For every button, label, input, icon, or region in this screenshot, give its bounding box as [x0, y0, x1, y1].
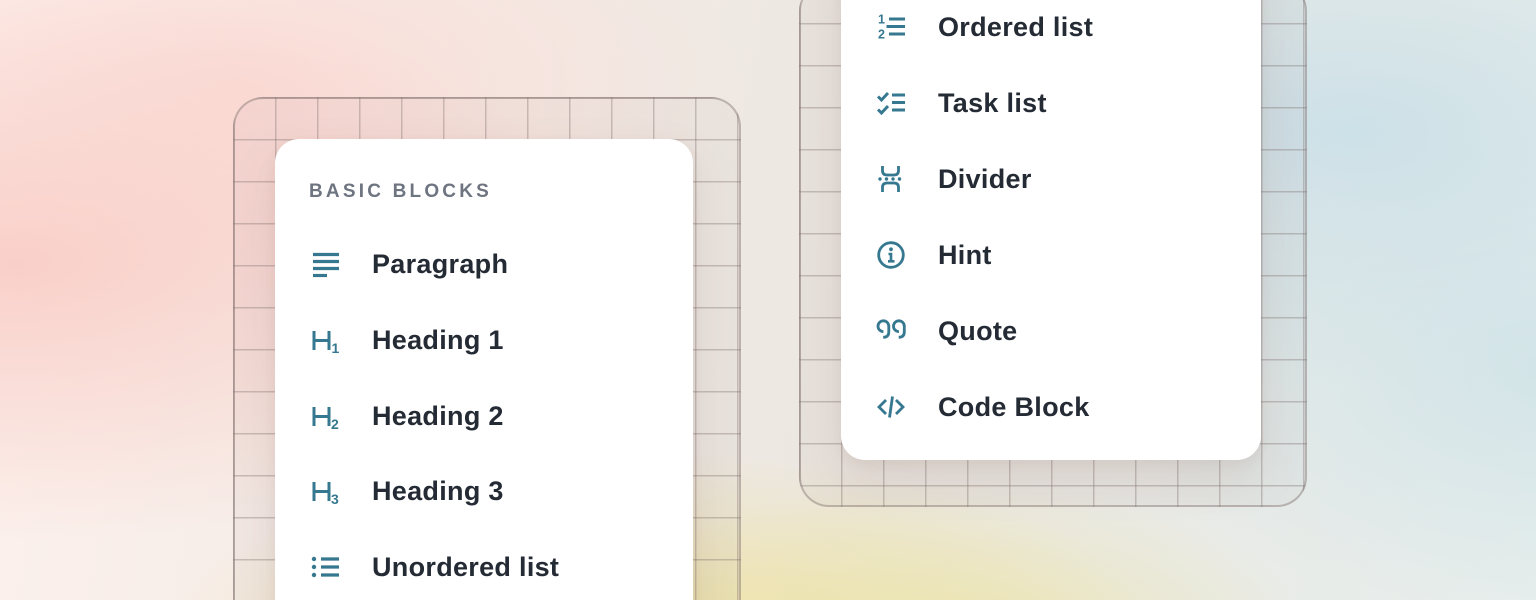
ordered-list-icon: 1 2 [875, 11, 907, 43]
svg-text:1: 1 [332, 340, 340, 356]
hint-icon [875, 239, 907, 271]
svg-text:1: 1 [878, 13, 885, 27]
menu-item-paragraph[interactable]: Paragraph [309, 248, 683, 280]
menu-item-ordered-list[interactable]: 1 2 Ordered list [875, 11, 1251, 43]
menu-item-label: Divider [938, 164, 1032, 195]
svg-text:3: 3 [331, 491, 339, 507]
menu-item-quote[interactable]: Quote [875, 315, 1251, 347]
svg-text:2: 2 [331, 416, 339, 432]
menu-item-label: Heading 3 [372, 476, 504, 507]
menu-item-label: Quote [938, 316, 1018, 347]
menu-item-label: Paragraph [372, 249, 508, 280]
divider-icon [875, 163, 907, 195]
heading-1-icon: 1 [309, 324, 341, 356]
paragraph-icon [309, 248, 341, 280]
menu-item-divider[interactable]: Divider [875, 163, 1251, 195]
menu-item-heading-2[interactable]: 2 Heading 2 [309, 400, 683, 432]
basic-blocks-menu: BASIC BLOCKS Paragraph [275, 139, 693, 600]
menu-item-label: Code Block [938, 392, 1090, 423]
svg-text:2: 2 [878, 28, 885, 42]
task-list-icon [875, 87, 907, 119]
heading-2-icon: 2 [309, 400, 341, 432]
menu-item-code-block[interactable]: Code Block [875, 391, 1251, 423]
quote-icon [875, 315, 907, 347]
menu-item-label: Hint [938, 240, 992, 271]
heading-3-icon: 3 [309, 475, 341, 507]
menu-item-unordered-list[interactable]: Unordered list [309, 551, 683, 583]
menu-item-label: Task list [938, 88, 1047, 119]
menu-item-hint[interactable]: Hint [875, 239, 1251, 271]
code-block-icon [875, 391, 907, 423]
menu-item-label: Heading 1 [372, 325, 504, 356]
menu-item-heading-3[interactable]: 3 Heading 3 [309, 475, 683, 507]
menu-item-label: Ordered list [938, 12, 1093, 43]
section-header-basic-blocks: BASIC BLOCKS [309, 181, 492, 203]
menu-item-label: Unordered list [372, 552, 559, 583]
menu-item-heading-1[interactable]: 1 Heading 1 [309, 324, 683, 356]
more-blocks-menu: 1 2 Ordered list [841, 0, 1261, 460]
menu-item-label: Heading 2 [372, 401, 504, 432]
menu-item-task-list[interactable]: Task list [875, 87, 1251, 119]
hero-illustration: BASIC BLOCKS Paragraph [0, 0, 1536, 600]
unordered-list-icon [309, 551, 341, 583]
